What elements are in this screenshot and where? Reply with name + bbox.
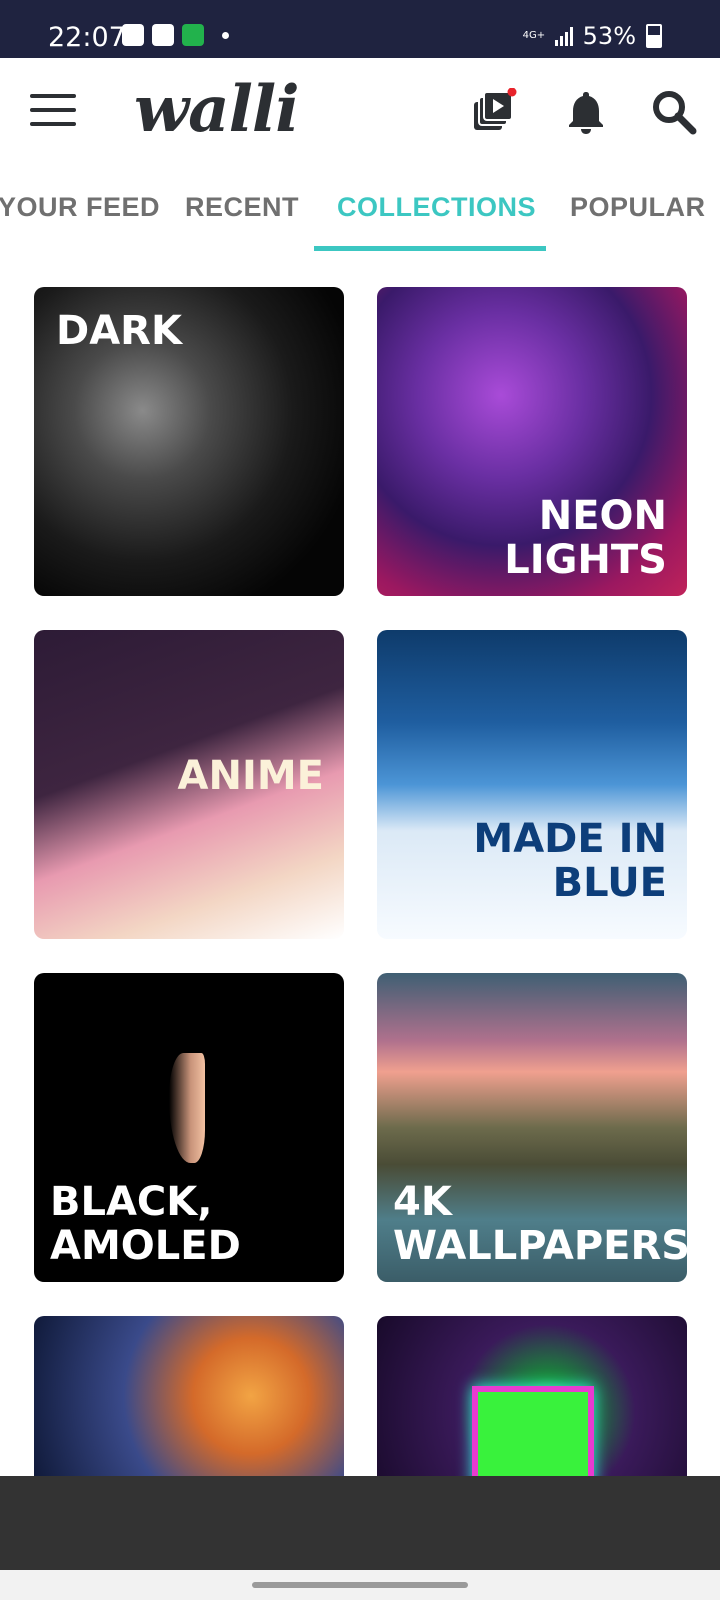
tab-recent[interactable]: RECENT (185, 192, 299, 223)
collection-title: 4K WALLPAPERS (393, 1179, 687, 1269)
collection-card-black-amoled[interactable]: BLACK, AMOLED (34, 973, 344, 1282)
collection-card-retro-neon[interactable] (377, 1316, 687, 1476)
tab-popular[interactable]: POPULAR (570, 192, 706, 223)
collection-title: BLACK, AMOLED (50, 1179, 241, 1269)
battery-icon (646, 24, 662, 48)
search-icon[interactable] (650, 88, 698, 136)
collection-card-nebula[interactable] (34, 1316, 344, 1476)
signal-icon (554, 26, 573, 46)
retro-computer-image (472, 1386, 594, 1476)
battery-percent: 53% (582, 22, 636, 50)
network-type: 4G+ (522, 30, 546, 41)
collection-title: NEON LIGHTS (504, 493, 667, 583)
collections-grid: DARK NEON LIGHTS ANIME MADE IN BLUE BLAC… (0, 252, 720, 1476)
collection-card-anime[interactable]: ANIME (34, 630, 344, 939)
silhouette-face-image (169, 1053, 205, 1163)
tab-bar: YOUR FEED RECENT COLLECTIONS POPULAR (0, 162, 720, 254)
collection-card-dark[interactable]: DARK (34, 287, 344, 596)
gallery-notification-icon (122, 24, 144, 46)
app-header: walli (0, 58, 720, 162)
collection-title: MADE IN BLUE (473, 816, 667, 906)
more-notifications-icon (222, 31, 229, 39)
status-right: 4G+ 53% (523, 22, 662, 50)
collection-title: ANIME (177, 753, 324, 799)
notification-icons (122, 24, 229, 46)
video-wallpaper-icon[interactable] (470, 88, 518, 136)
bell-icon[interactable] (562, 88, 610, 136)
status-time: 22:07 (48, 22, 126, 53)
fitness-notification-icon (182, 24, 204, 46)
app-notification-icon (152, 24, 174, 46)
collection-card-made-in-blue[interactable]: MADE IN BLUE (377, 630, 687, 939)
active-tab-indicator (314, 246, 546, 251)
tab-collections[interactable]: COLLECTIONS (337, 192, 536, 223)
home-indicator[interactable] (252, 1582, 468, 1588)
collection-card-4k-wallpapers[interactable]: 4K WALLPAPERS (377, 973, 687, 1282)
status-bar: 22:07 4G+ 53% (0, 0, 720, 58)
collection-card-neon-lights[interactable]: NEON LIGHTS (377, 287, 687, 596)
app-logo: walli (134, 72, 299, 147)
ad-banner[interactable] (0, 1476, 720, 1570)
menu-icon[interactable] (30, 94, 76, 126)
collection-title: DARK (56, 308, 182, 354)
tab-your-feed[interactable]: YOUR FEED (0, 192, 160, 223)
system-nav-bar (0, 1570, 720, 1600)
